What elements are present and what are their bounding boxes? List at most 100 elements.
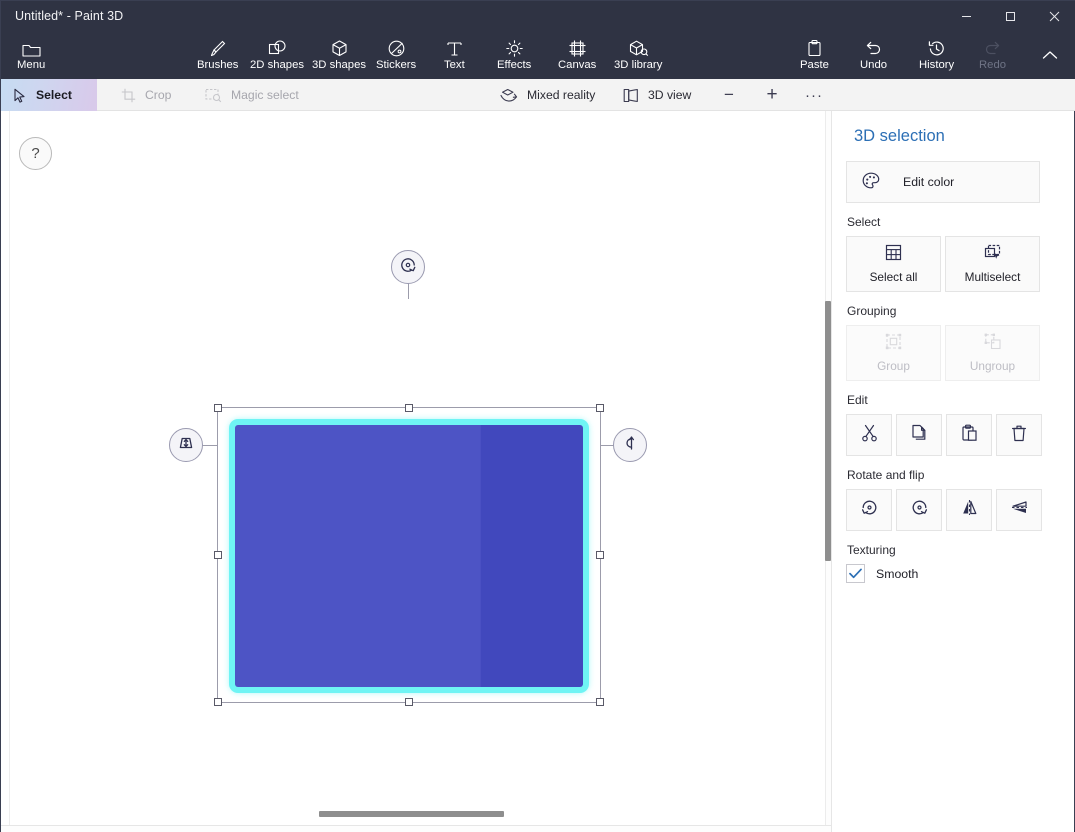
edit-button-group [846,414,1060,456]
ribbon-action-label: History [919,60,954,71]
smooth-checkbox[interactable] [846,564,865,583]
section-label-texturing: Texturing [847,543,1060,557]
3d-view-icon [623,88,639,103]
group-icon [885,333,902,353]
resize-handle-bottom-left[interactable] [214,698,222,706]
paste-icon [806,39,823,58]
move-depth-icon [176,433,196,458]
window-controls [944,1,1075,31]
resize-handle-top-right[interactable] [596,404,604,412]
tab-mixed-reality[interactable]: Mixed reality [488,79,607,111]
section-label-grouping: Grouping [847,304,1060,318]
menu-button[interactable]: Menu [11,31,51,79]
rotate-roll-handle[interactable] [391,250,425,284]
trash-icon [1011,424,1027,447]
selected-3d-object[interactable] [232,422,586,690]
flip-horizontal-icon [960,498,979,522]
undo-icon [864,39,883,58]
section-label-rotate-flip: Rotate and flip [847,468,1060,482]
grouping-button-group: Group Ungroup [846,325,1060,381]
edit-color-button[interactable]: Edit color [846,161,1040,203]
select-all-label: Select all [870,270,918,284]
resize-handle-top-center[interactable] [405,404,413,412]
tab-select[interactable]: Select [1,79,97,111]
ribbon-action-label: Undo [860,60,887,71]
chevron-up-icon[interactable] [1032,31,1068,79]
ribbon-tool-brushes[interactable]: Brushes [191,31,244,79]
flip-vertical-button[interactable] [996,489,1042,531]
ribbon-tool-label: 3D shapes [312,60,366,71]
select-all-button[interactable]: Select all [846,236,941,292]
edit-color-label: Edit color [903,175,954,189]
mixed-reality-icon [500,88,518,103]
right-side-panel: 3D selection Edit color Select Select al… [831,111,1074,832]
scissors-icon [861,424,878,447]
cut-button[interactable] [846,414,892,456]
ungroup-button: Ungroup [945,325,1040,381]
ribbon-tool-2d-shapes[interactable]: 2D shapes [244,31,310,79]
text-icon [446,39,463,58]
smooth-checkbox-row[interactable]: Smooth [846,564,1060,583]
select-all-icon [885,244,902,264]
zoom-out-button[interactable]: − [713,79,745,111]
tab-3d-view-label: 3D view [648,88,691,102]
zoom-in-button[interactable]: + [756,79,788,111]
rotate-right-button[interactable] [896,489,942,531]
help-button[interactable]: ? [19,137,52,170]
tab-select-label: Select [36,88,72,102]
ribbon-action-paste[interactable]: Paste [794,31,835,79]
resize-handle-top-left[interactable] [214,404,222,412]
delete-button[interactable] [996,414,1042,456]
section-label-select: Select [847,215,1060,229]
ribbon-tool-label: Stickers [376,60,416,71]
resize-handle-right-center[interactable] [596,551,604,559]
ribbon-action-label: Paste [800,60,829,71]
ribbon-tool-stickers[interactable]: Stickers [370,31,422,79]
ribbon-tool-3d-shapes[interactable]: 3D shapes [306,31,372,79]
ribbon-tool-label: Canvas [558,60,596,71]
maximize-button[interactable] [988,1,1032,31]
flip-horizontal-button[interactable] [946,489,992,531]
copy-button[interactable] [896,414,942,456]
select-button-group: Select all Multiselect [846,236,1060,292]
ribbon-action-history[interactable]: History [913,31,960,79]
flip-vertical-icon [1010,498,1029,522]
copy-icon [911,424,928,447]
main-ribbon: Menu Brushes 2D shapes 3D shapes Sticker [1,31,1075,79]
minimize-button[interactable] [944,1,988,31]
paste-button[interactable] [946,414,992,456]
sub-toolbar: Select Crop Magic select Mixed reality 3 [1,79,1075,111]
canvas-workspace[interactable]: ? [1,111,833,832]
smooth-label: Smooth [876,567,918,581]
ungroup-icon [984,333,1002,353]
group-button: Group [846,325,941,381]
rotate-pitch-handle[interactable] [613,428,647,462]
ribbon-tool-effects[interactable]: Effects [491,31,537,79]
paint3d-window: Untitled* - Paint 3D Menu Brushes [0,0,1075,832]
selection-bounding-box[interactable] [217,407,601,703]
effects-icon [505,39,524,58]
close-button[interactable] [1032,1,1075,31]
tab-3d-view[interactable]: 3D view [611,79,703,111]
ribbon-action-undo[interactable]: Undo [854,31,893,79]
window-title: Untitled* - Paint 3D [1,9,123,23]
move-depth-handle[interactable] [169,428,203,462]
ribbon-tool-text[interactable]: Text [438,31,471,79]
menu-label: Menu [17,60,45,71]
tab-magic-select: Magic select [193,79,311,111]
more-options-button[interactable]: ··· [798,79,830,111]
3d-shapes-icon [330,39,349,58]
resize-handle-bottom-right[interactable] [596,698,604,706]
ribbon-action-redo: Redo [973,31,1012,79]
multiselect-button[interactable]: Multiselect [945,236,1040,292]
canvas-horizontal-scrollbar[interactable] [319,811,504,817]
folder-icon [22,39,41,58]
resize-handle-bottom-center[interactable] [405,698,413,706]
brush-icon [208,39,227,58]
rotate-left-button[interactable] [846,489,892,531]
ribbon-tool-label: Effects [497,60,531,71]
ribbon-tool-3d-library[interactable]: 3D library [608,31,668,79]
resize-handle-left-center[interactable] [214,551,222,559]
ribbon-tool-canvas[interactable]: Canvas [552,31,602,79]
multiselect-icon [984,244,1002,264]
